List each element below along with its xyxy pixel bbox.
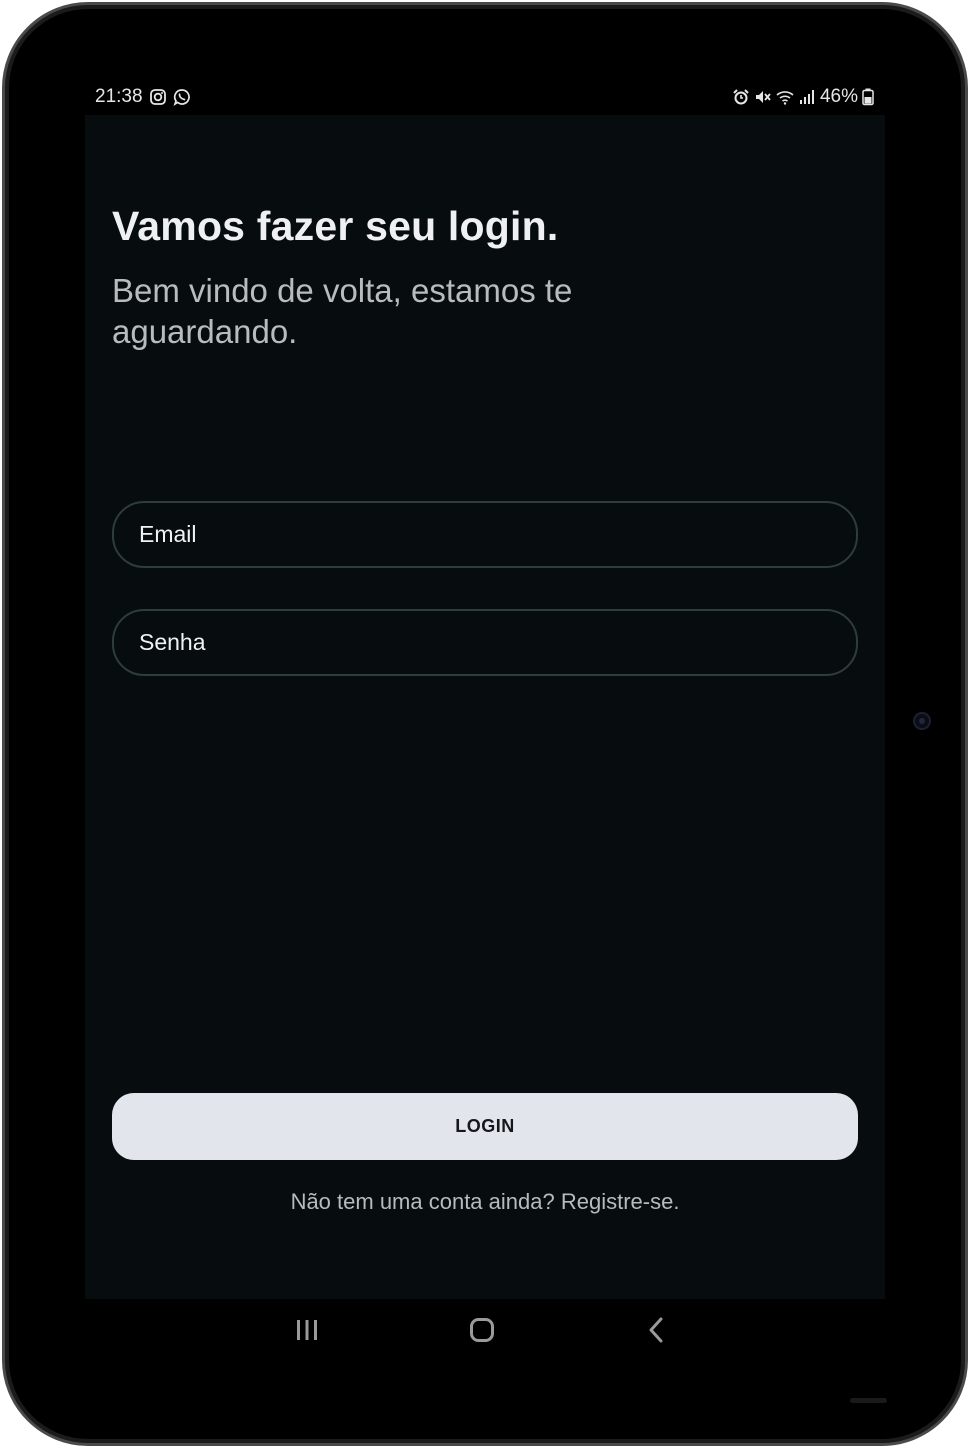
email-input[interactable] <box>114 503 856 566</box>
status-bar: 21:38 46% <box>95 86 880 114</box>
battery-percent: 46% <box>819 86 858 107</box>
login-screen: Vamos fazer seu login. Bem vindo de volt… <box>85 115 885 1299</box>
page-subtitle: Bem vindo de volta, estamos te aguardand… <box>112 272 573 350</box>
register-link[interactable]: Não tem uma conta ainda? Registre-se. <box>85 1189 885 1215</box>
wifi-icon <box>776 88 794 106</box>
login-button[interactable]: LOGIN <box>112 1093 858 1160</box>
email-field <box>112 501 858 568</box>
status-right: 46% <box>732 86 880 108</box>
password-input[interactable] <box>114 611 856 674</box>
mute-icon <box>754 88 772 106</box>
instagram-icon <box>149 88 167 106</box>
status-time: 21:38 <box>95 86 143 107</box>
status-left: 21:38 <box>95 86 191 108</box>
home-icon[interactable] <box>462 1312 502 1348</box>
alarm-icon <box>732 88 750 106</box>
device-edge-indicator <box>850 1398 887 1403</box>
camera-icon <box>913 712 931 730</box>
battery-icon <box>862 88 880 106</box>
navigation-bar <box>85 1300 885 1360</box>
back-icon[interactable] <box>637 1312 677 1348</box>
password-field <box>112 609 858 676</box>
signal-icon <box>798 88 816 106</box>
whatsapp-icon <box>173 88 191 106</box>
page-title: Vamos fazer seu login. <box>112 203 559 249</box>
recent-apps-icon[interactable] <box>287 1312 327 1348</box>
